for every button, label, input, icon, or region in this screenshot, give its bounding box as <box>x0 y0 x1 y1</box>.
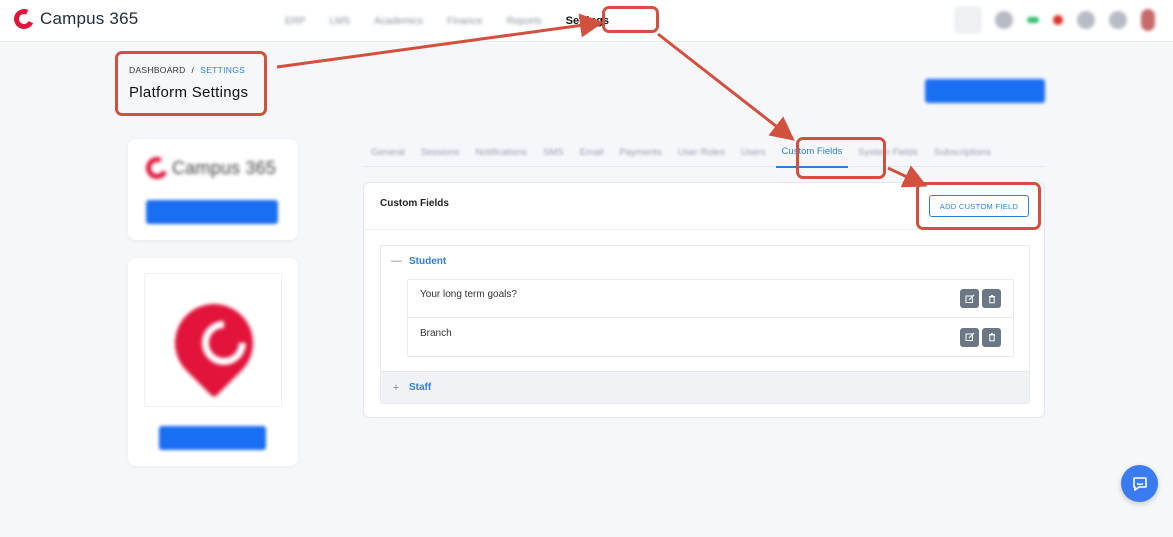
tab-custom-fields[interactable]: Custom Fields <box>774 138 851 168</box>
logo-icon <box>11 6 37 32</box>
tab-users[interactable]: Users <box>733 147 774 158</box>
header-actions <box>955 7 1155 33</box>
row-actions <box>960 289 1001 308</box>
breadcrumb-dashboard[interactable]: DASHBOARD <box>129 65 186 75</box>
avatar[interactable] <box>1141 9 1155 31</box>
tab-notifications[interactable]: Notifications <box>467 147 535 158</box>
tab-sessions[interactable]: Sessions <box>413 147 468 158</box>
custom-fields-card: Custom Fields ADD CUSTOM FIELD — Student… <box>363 182 1045 418</box>
section-header-student[interactable]: — Student <box>381 246 1029 276</box>
tab-general[interactable]: General <box>363 147 413 158</box>
upload-favicon-button[interactable] <box>159 426 266 450</box>
edit-button[interactable] <box>960 289 979 308</box>
tab-sms[interactable]: SMS <box>535 147 572 158</box>
tab-user-roles[interactable]: User Roles <box>670 147 733 158</box>
brand-logo-preview: Campus 365 <box>142 153 277 183</box>
trash-icon <box>988 333 995 342</box>
favicon-upload-card <box>128 258 298 466</box>
trash-icon <box>988 294 995 303</box>
header-primary-button[interactable] <box>925 79 1045 103</box>
nav-item-erp[interactable]: ERP <box>285 16 306 27</box>
breadcrumb-settings: SETTINGS <box>200 65 246 75</box>
favicon-preview <box>144 273 282 407</box>
list-item: Your long term goals? <box>408 280 1013 318</box>
row-actions <box>960 327 1001 347</box>
section-title: Student <box>409 255 447 267</box>
tab-email[interactable]: Email <box>572 147 612 158</box>
logo-upload-card: Campus 365 <box>128 139 298 240</box>
notification-icon[interactable] <box>1053 15 1063 25</box>
section-header-staff[interactable]: + Staff <box>381 371 1029 403</box>
delete-button[interactable] <box>982 289 1001 308</box>
help-icon[interactable] <box>1077 11 1095 29</box>
tab-system-fields[interactable]: System Fields <box>850 147 926 158</box>
edit-icon <box>965 332 974 341</box>
upload-logo-button[interactable] <box>146 200 278 224</box>
expand-icon: + <box>392 381 400 394</box>
globe-icon[interactable] <box>995 11 1013 29</box>
field-list: Your long term goals? Branch <box>407 279 1014 357</box>
custom-fields-accordion: — Student Your long term goals? Branch +… <box>380 245 1030 404</box>
page-title: Platform Settings <box>129 84 249 101</box>
card-title: Custom Fields <box>380 198 449 209</box>
chat-button[interactable] <box>1121 465 1158 502</box>
favicon-icon <box>158 287 270 399</box>
arrow-to-custom-fields-tab <box>657 32 795 141</box>
logo-icon <box>142 153 172 183</box>
field-label: Branch <box>420 327 452 339</box>
breadcrumb: DASHBOARD / SETTINGS <box>129 65 245 75</box>
search-icon[interactable] <box>955 7 981 33</box>
logo-text: Campus 365 <box>40 9 139 28</box>
apps-icon[interactable] <box>1109 11 1127 29</box>
chat-icon <box>1132 476 1147 491</box>
list-item: Branch <box>408 318 1013 356</box>
edit-icon <box>965 294 974 303</box>
status-icon[interactable] <box>1027 17 1039 23</box>
nav-item-reports[interactable]: Reports <box>507 16 542 27</box>
section-title: Staff <box>409 382 432 393</box>
main-nav: ERP LMS Academics Finance Reports Settin… <box>285 0 609 42</box>
edit-button[interactable] <box>960 327 979 347</box>
nav-item-settings[interactable]: Settings <box>566 15 609 27</box>
tab-payments[interactable]: Payments <box>611 147 669 158</box>
top-bar: Campus 365 ERP LMS Academics Finance Rep… <box>0 0 1173 42</box>
delete-button[interactable] <box>982 327 1001 347</box>
nav-item-lms[interactable]: LMS <box>330 16 351 27</box>
breadcrumb-separator: / <box>191 65 195 75</box>
settings-tabs: General Sessions Notifications SMS Email… <box>363 138 1045 168</box>
card-header: Custom Fields ADD CUSTOM FIELD <box>364 183 1044 230</box>
nav-item-finance[interactable]: Finance <box>447 16 483 27</box>
logo-preview-text: Campus 365 <box>172 157 277 178</box>
tab-subscriptions[interactable]: Subscriptions <box>926 147 999 158</box>
app-logo[interactable]: Campus 365 <box>11 6 139 32</box>
add-custom-field-button[interactable]: ADD CUSTOM FIELD <box>929 195 1029 217</box>
field-label: Your long term goals? <box>420 289 517 300</box>
collapse-icon: — <box>391 255 402 267</box>
nav-item-academics[interactable]: Academics <box>374 16 423 27</box>
section-body-student: Your long term goals? Branch <box>381 276 1029 371</box>
